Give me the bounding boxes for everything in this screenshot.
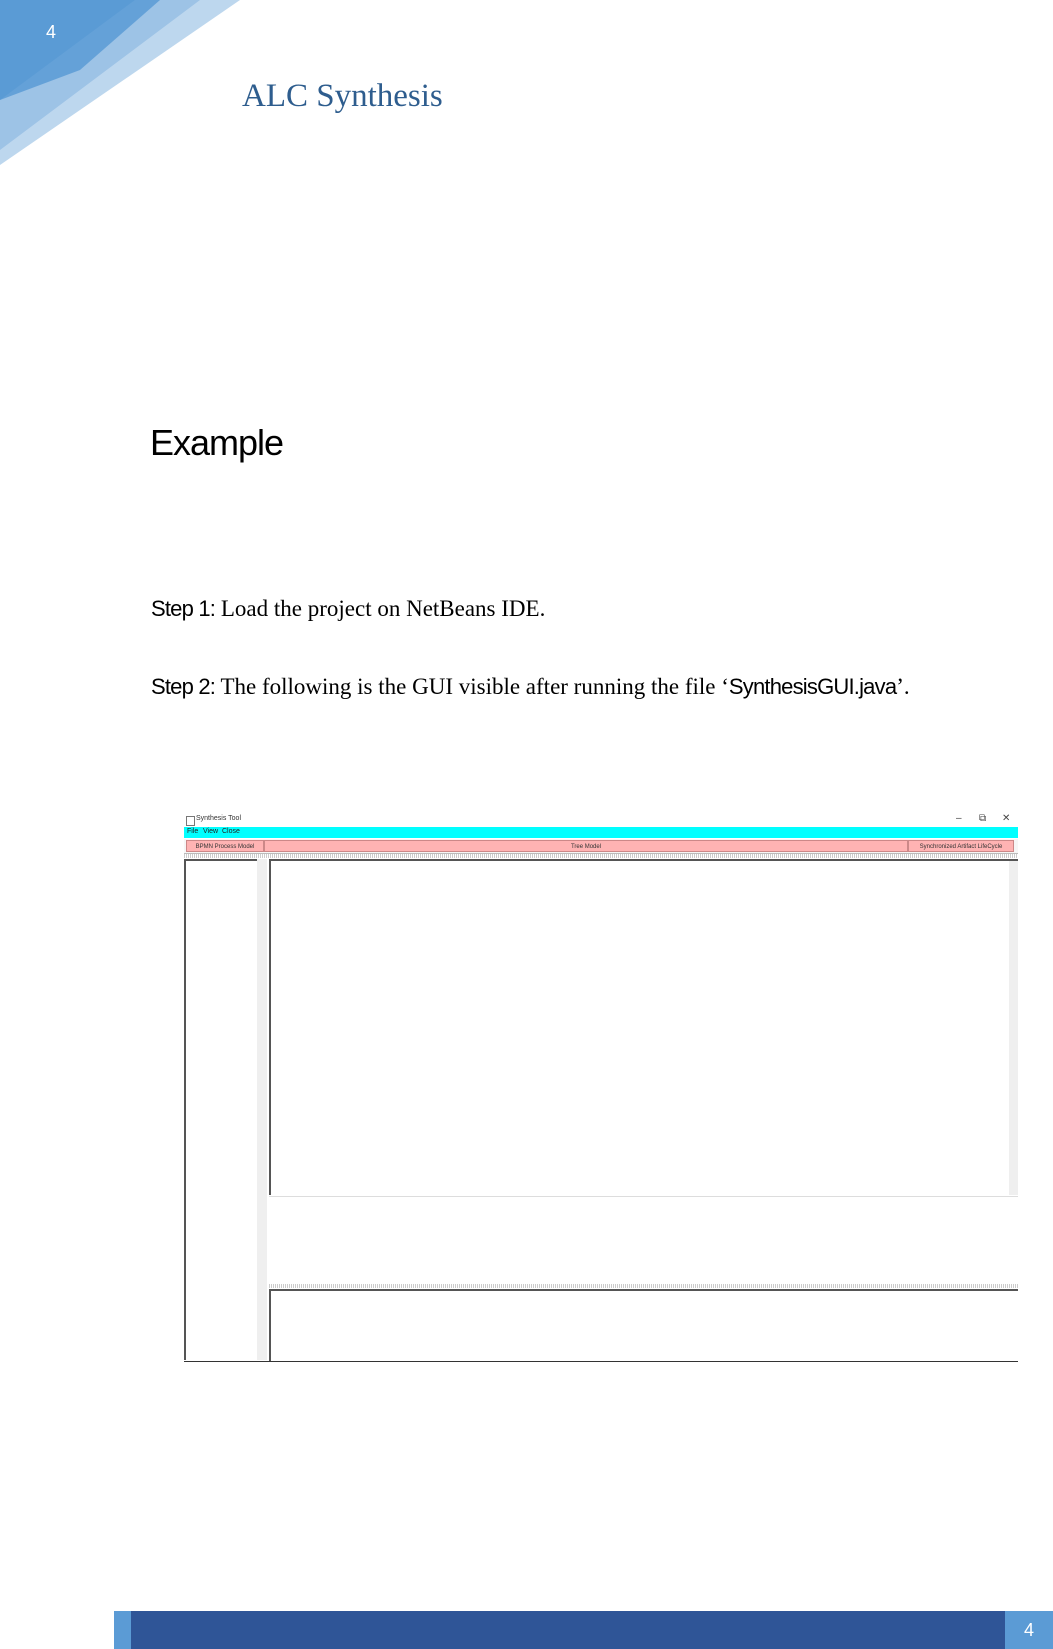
- main-pane: [269, 859, 1018, 1195]
- step-2-label: Step 2:: [151, 674, 216, 699]
- step-2-end: ’.: [896, 674, 910, 699]
- main-scrollbar: [1009, 861, 1018, 1195]
- close-icon: ✕: [1002, 813, 1011, 824]
- lower-pane-1: [269, 1196, 1018, 1285]
- step-2-text: The following is the GUI visible after r…: [215, 674, 729, 699]
- tab-bar: BPMN Process Model Tree Model Synchroniz…: [184, 839, 1018, 854]
- tab-bpmn-process-model: BPMN Process Model: [186, 840, 264, 852]
- step-2-filename: SynthesisGUI.java: [728, 674, 897, 699]
- lower-pane-2: [269, 1289, 1018, 1361]
- step-1: Step 1: Load the project on NetBeans IDE…: [151, 596, 545, 622]
- step-1-label: Step 1:: [151, 596, 216, 621]
- tab-synchronized-artifact-lifecycle: Synchronized Artifact LifeCycle: [908, 840, 1014, 852]
- corner-decoration: [0, 0, 240, 165]
- menubar: File View Close: [184, 827, 1018, 838]
- top-divider: [184, 854, 1018, 858]
- step-2: Step 2: The following is the GUI visible…: [151, 674, 910, 700]
- menu-close: Close: [222, 828, 240, 835]
- left-pane: [184, 859, 257, 1360]
- minimize-icon: –: [956, 813, 962, 824]
- footer-accent: [114, 1611, 131, 1649]
- footer-bar: [131, 1611, 1005, 1649]
- pane-divider: [269, 1284, 1018, 1288]
- menu-view: View: [203, 828, 219, 835]
- header-title: ALC Synthesis: [242, 78, 443, 114]
- left-scrollbar: [257, 859, 267, 1360]
- restore-icon: ⧉: [979, 813, 987, 824]
- header-page-number: 4: [46, 22, 57, 42]
- section-heading: Example: [150, 422, 284, 463]
- footer-page-number: 4: [1005, 1611, 1053, 1649]
- gui-screenshot: Synthesis Tool – ⧉ ✕ File View Close BPM…: [184, 813, 1018, 1362]
- tab-tree-model: Tree Model: [264, 840, 908, 852]
- window-titlebar: Synthesis Tool – ⧉ ✕: [184, 813, 1018, 827]
- window-title: Synthesis Tool: [196, 815, 242, 822]
- step-1-text: Load the project on NetBeans IDE.: [215, 596, 546, 621]
- java-app-icon: [186, 816, 195, 826]
- menu-file: File: [187, 828, 199, 835]
